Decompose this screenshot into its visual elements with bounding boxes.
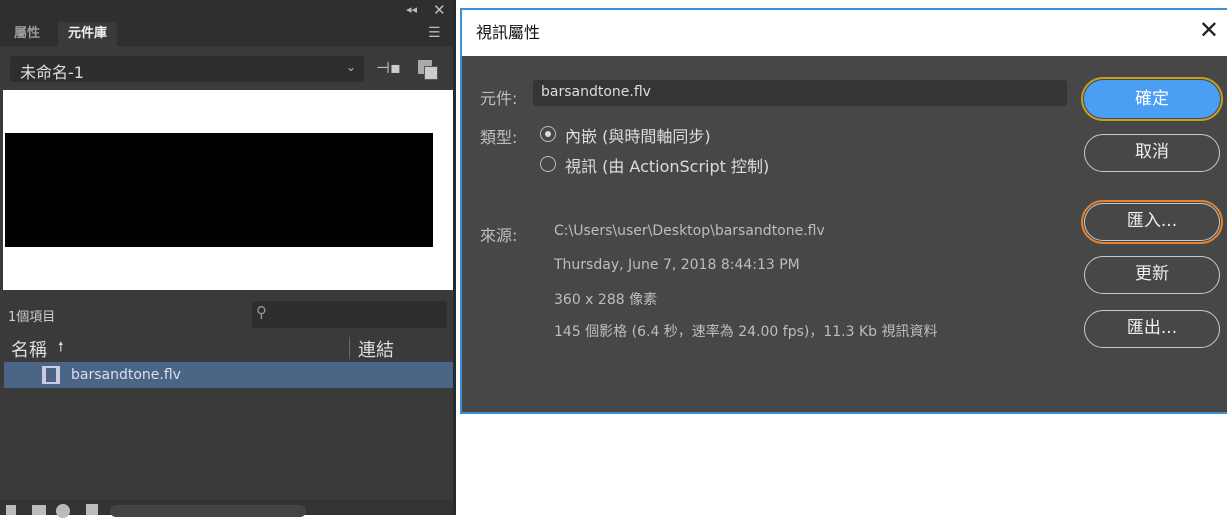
radio-video[interactable] (540, 156, 556, 172)
library-item-name: barsandtone.flv (71, 367, 181, 383)
document-select[interactable]: 未命名-1 ⌄ (10, 56, 364, 82)
symbol-name-value: barsandtone.flv (541, 84, 651, 100)
scrollbar[interactable] (110, 505, 306, 517)
video-preview (5, 133, 433, 247)
pin-icon[interactable]: ⊣▪ (376, 58, 401, 77)
export-button[interactable]: 匯出... (1084, 310, 1220, 348)
source-path: C:\Users\user\Desktop\barsandtone.flv (554, 223, 825, 239)
column-divider (349, 337, 350, 359)
column-header-linkage[interactable]: 連結 (358, 336, 394, 362)
source-dimensions: 360 x 288 像素 (554, 292, 658, 308)
chevron-down-icon: ⌄ (345, 60, 356, 74)
symbol-label: 元件: (480, 89, 518, 108)
source-frame-info: 145 個影格 (6.4 秒，速率為 24.00 fps)，11.3 Kb 視訊… (554, 324, 938, 340)
cancel-button[interactable]: 取消 (1084, 134, 1220, 172)
properties-icon[interactable] (56, 504, 70, 518)
column-header-name[interactable]: 名稱 (11, 336, 47, 362)
library-panel: ◂◂ ✕ 屬性 元件庫 ☰ 未命名-1 ⌄ ⊣▪ 1個項目 ⚲ 名稱 🠕 連結 … (0, 0, 456, 518)
preview-area (3, 90, 453, 290)
new-library-panel-icon[interactable] (418, 60, 440, 82)
radio-video-label[interactable]: 視訊 (由 ActionScript 控制) (565, 153, 769, 177)
delete-icon[interactable] (86, 504, 98, 515)
new-folder-icon[interactable] (32, 505, 46, 515)
search-icon: ⚲ (256, 303, 267, 321)
update-button[interactable]: 更新 (1084, 256, 1220, 294)
tab-properties[interactable]: 屬性 (4, 22, 50, 46)
close-icon[interactable]: ✕ (1199, 16, 1219, 44)
tab-library[interactable]: 元件庫 (58, 22, 118, 46)
video-properties-dialog: 視訊屬性 ✕ 元件: barsandtone.flv 類型: 內嵌 (與時間軸同… (460, 8, 1227, 414)
search-input[interactable]: ⚲ (252, 301, 447, 328)
item-count: 1個項目 (8, 310, 56, 325)
type-label: 類型: (480, 128, 518, 147)
new-symbol-icon[interactable] (6, 505, 16, 515)
sort-asc-icon: 🠕 (58, 340, 64, 355)
video-icon (42, 366, 60, 384)
panel-tabs: 屬性 元件庫 ☰ (0, 22, 453, 46)
library-item[interactable]: barsandtone.flv (4, 362, 453, 388)
panel-menu-icon[interactable]: ☰ (428, 25, 441, 41)
collapse-icon[interactable]: ◂◂ (406, 3, 417, 16)
radio-embedded-label[interactable]: 內嵌 (與時間軸同步) (565, 123, 711, 147)
source-label: 來源: (480, 226, 518, 245)
close-icon[interactable]: ✕ (433, 1, 446, 19)
symbol-name-input[interactable]: barsandtone.flv (533, 80, 1067, 106)
source-date: Thursday, June 7, 2018 8:44:13 PM (554, 257, 800, 273)
document-select-value: 未命名-1 (20, 63, 84, 82)
panel-bottom-toolbar (0, 500, 453, 518)
dialog-title: 視訊屬性 (462, 10, 1227, 56)
import-button[interactable]: 匯入... (1081, 200, 1223, 244)
radio-embedded[interactable] (540, 126, 556, 142)
panel-topbar: ◂◂ ✕ (0, 0, 453, 22)
ok-button[interactable]: 確定 (1081, 77, 1223, 121)
